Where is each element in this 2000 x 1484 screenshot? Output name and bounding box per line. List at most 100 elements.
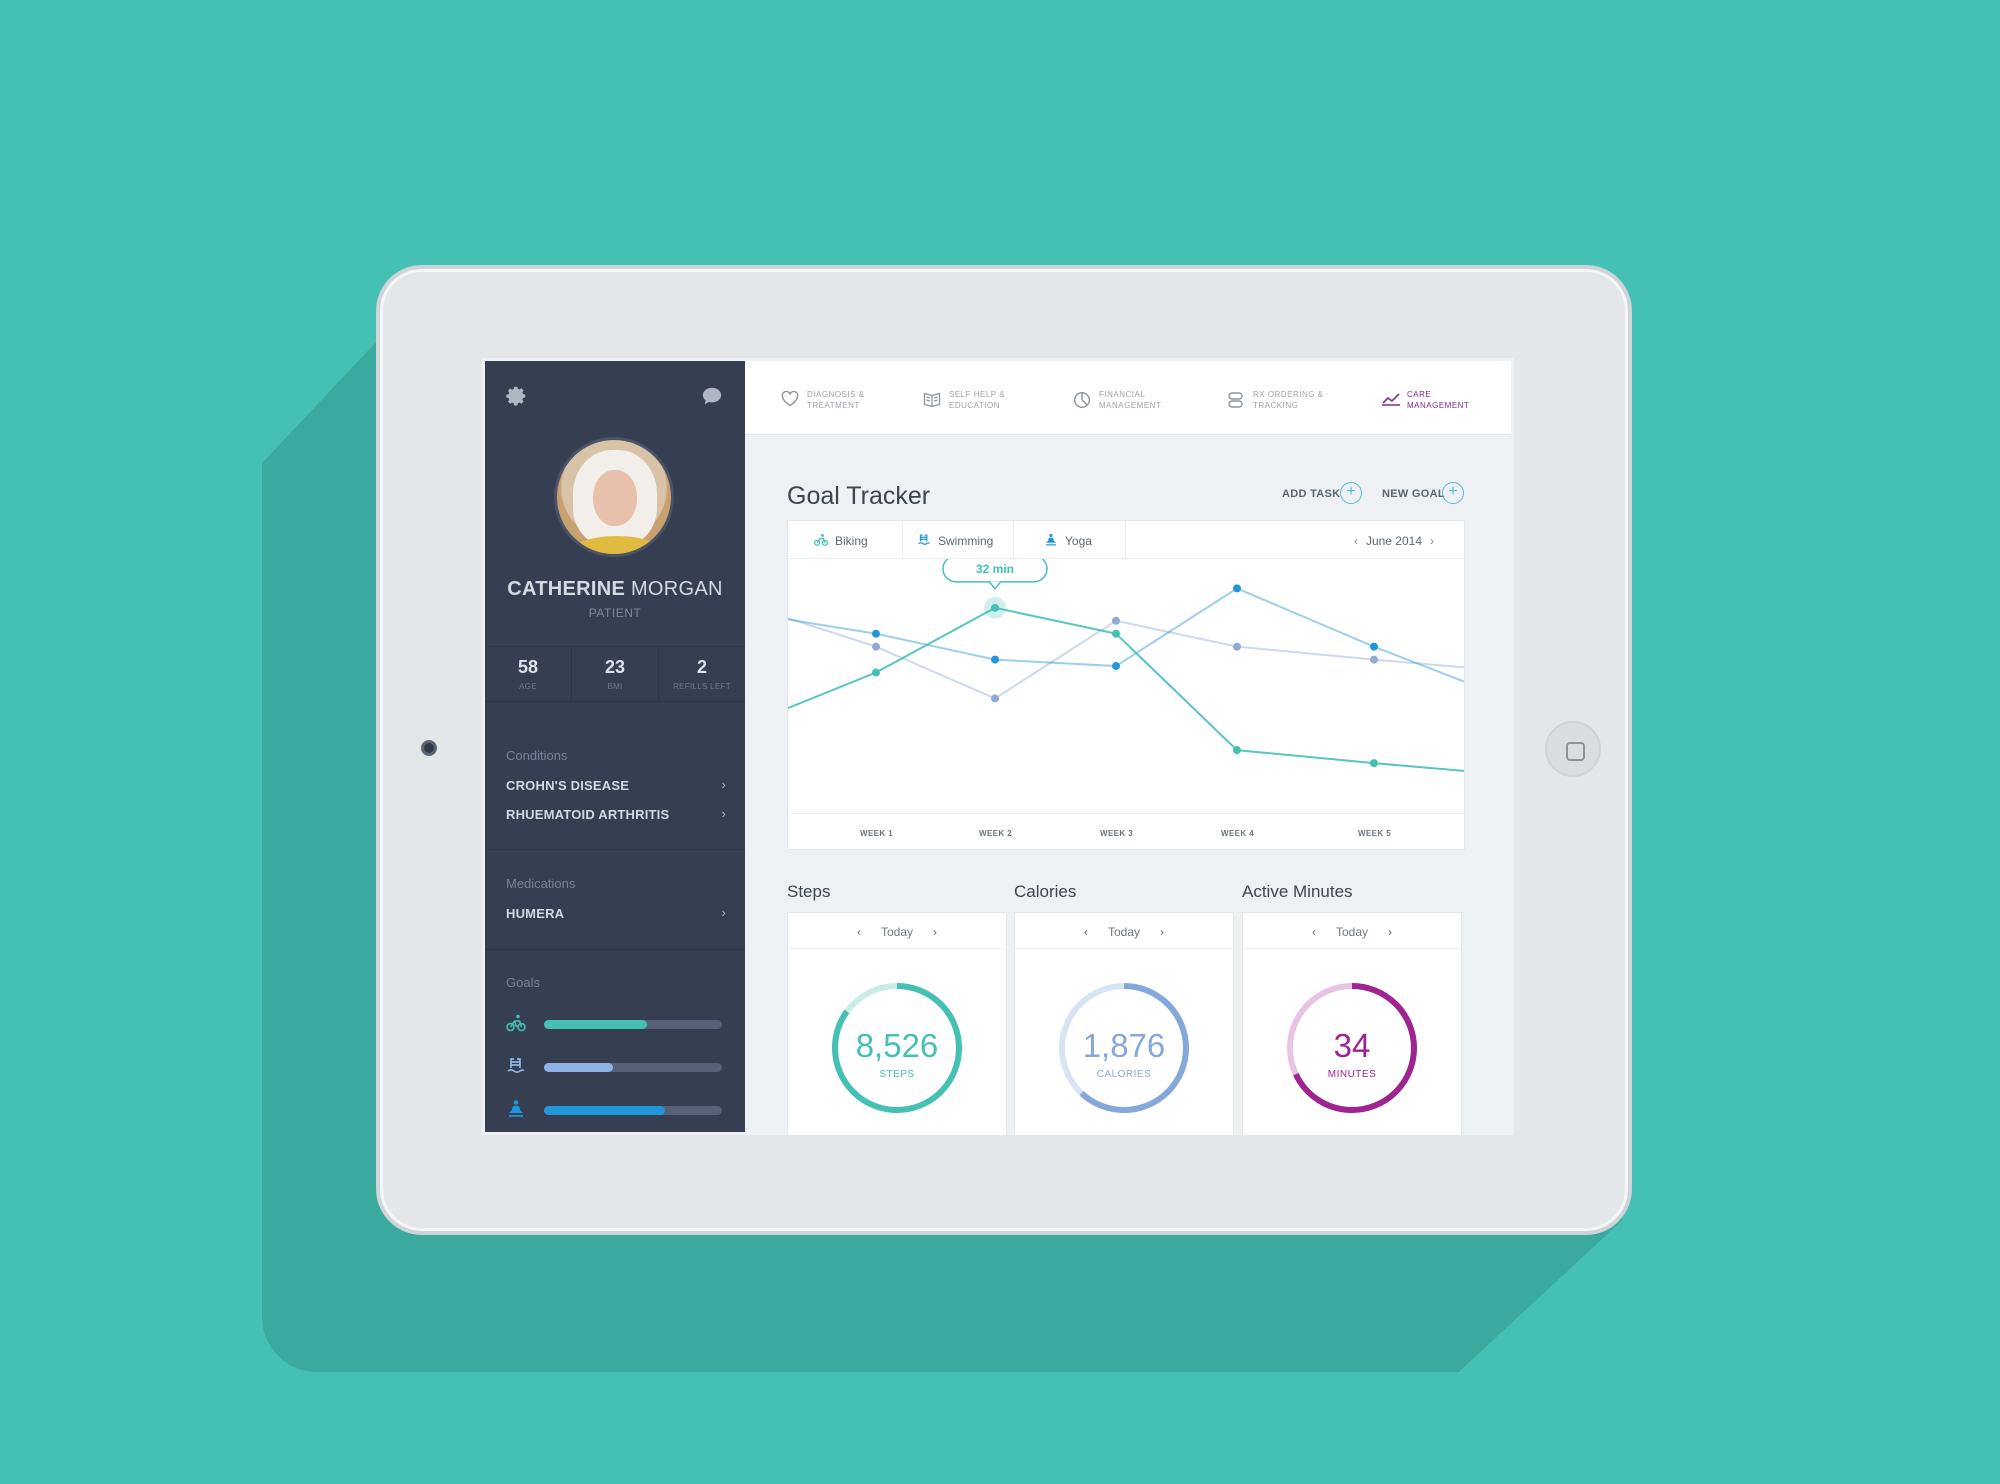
- book-icon: [923, 392, 941, 407]
- chevron-left-icon[interactable]: ‹: [1084, 925, 1088, 939]
- goal-line-chart: 32 min: [788, 559, 1464, 772]
- tooltip-text: 32 min: [976, 562, 1014, 576]
- activity-tabs: Biking Swimming Yoga ‹ June 2014 ›: [788, 521, 1464, 559]
- chevron-left-icon[interactable]: ‹: [1354, 534, 1358, 548]
- chevron-right-icon[interactable]: ›: [1430, 534, 1434, 548]
- patient-role: PATIENT: [588, 606, 642, 620]
- trend-chart-icon: [1382, 393, 1400, 406]
- new-goal-plus-icon[interactable]: +: [1442, 482, 1464, 504]
- calories-title: Calories: [1014, 882, 1077, 901]
- data-point-yoga[interactable]: [872, 629, 880, 638]
- home-button[interactable]: [1545, 721, 1601, 777]
- data-point-swimming[interactable]: [991, 694, 999, 703]
- x-tick-label: WEEK 2: [979, 829, 1013, 838]
- data-point-yoga[interactable]: [1233, 584, 1241, 593]
- series-line-swimming: [788, 617, 1464, 700]
- data-point-biking[interactable]: [872, 668, 880, 677]
- avatar: [554, 437, 674, 557]
- calories-label: CALORIES: [1096, 1069, 1152, 1080]
- tab-biking[interactable]: Biking: [788, 521, 903, 559]
- add-task-plus-icon[interactable]: +: [1340, 482, 1362, 504]
- new-goal-button[interactable]: NEW GOAL: [1382, 488, 1445, 500]
- steps-value: 8,526: [855, 1027, 939, 1064]
- top-nav: DIAGNOSIS & TREATMENT SELF HELP & EDUCATIO…: [745, 361, 1511, 435]
- goals-title: Goals: [506, 975, 540, 990]
- chevron-right-icon: ›: [721, 777, 726, 792]
- tooltip: 32 min: [942, 559, 1048, 591]
- goal-row-swimming[interactable]: [506, 1056, 726, 1076]
- tab-yoga[interactable]: Yoga: [1014, 521, 1126, 559]
- data-point-yoga[interactable]: [1112, 662, 1120, 671]
- divider: [485, 849, 745, 850]
- x-tick-label: WEEK 5: [1358, 829, 1392, 838]
- chart-baseline: [788, 813, 1464, 814]
- patient-stats: 58 AGE 23 BMI 2 REFILLS LEFT: [485, 646, 745, 702]
- medications-title: Medications: [506, 876, 576, 891]
- swim-icon: [507, 1058, 525, 1073]
- active-minutes-card: ‹ Today › 34 MINUTES: [1242, 912, 1462, 1135]
- period-selector[interactable]: ‹ Today ›: [1243, 913, 1461, 949]
- month-selector[interactable]: ‹ June 2014 ›: [1346, 534, 1442, 548]
- data-point-yoga[interactable]: [991, 655, 999, 664]
- x-tick-label: WEEK 1: [860, 829, 894, 838]
- active-minutes-title: Active Minutes: [1242, 882, 1353, 901]
- minutes-value: 34: [1333, 1027, 1371, 1064]
- x-tick-label: WEEK 3: [1100, 829, 1134, 838]
- medication-item[interactable]: HUMERA ›: [506, 905, 726, 921]
- goal-chart-card: Biking Swimming Yoga ‹ June 2014 › 32 min: [787, 520, 1465, 850]
- heart-icon: [781, 391, 799, 407]
- tablet-camera: [421, 740, 437, 756]
- yoga-icon: [509, 1100, 523, 1117]
- chevron-right-icon: ›: [721, 905, 726, 920]
- chevron-left-icon[interactable]: ‹: [857, 925, 861, 939]
- goal-progress-fill: [544, 1063, 614, 1072]
- chevron-right-icon[interactable]: ›: [933, 925, 937, 939]
- app-screen: CATHERINE MORGAN PATIENT 58 AGE 23 BMI 2…: [482, 358, 1514, 1135]
- chat-icon[interactable]: [701, 385, 723, 407]
- bike-icon: [814, 534, 828, 546]
- steps-title: Steps: [787, 882, 831, 901]
- series-line-biking: [788, 606, 1464, 772]
- data-point-biking[interactable]: [1370, 759, 1378, 768]
- calories-value: 1,876: [1082, 1027, 1166, 1064]
- minutes-label: MINUTES: [1327, 1069, 1377, 1080]
- data-point-yoga[interactable]: [1370, 642, 1378, 651]
- stat-age: 58 AGE: [485, 647, 572, 701]
- chevron-right-icon: ›: [721, 806, 726, 821]
- steps-card: ‹ Today › 8,526 STEPS: [787, 912, 1007, 1135]
- highlight-halo: [984, 596, 1006, 619]
- condition-item[interactable]: CROHN'S DISEASE ›: [506, 777, 726, 793]
- data-point-swimming[interactable]: [872, 642, 880, 651]
- add-task-button[interactable]: ADD TASK: [1282, 488, 1340, 500]
- conditions-title: Conditions: [506, 748, 568, 763]
- goal-row-biking[interactable]: [506, 1013, 726, 1033]
- data-point-biking[interactable]: [1112, 629, 1120, 638]
- steps-label: STEPS: [879, 1069, 915, 1080]
- calories-card: ‹ Today › 1,876 CALORIES: [1014, 912, 1234, 1135]
- condition-item[interactable]: RHUEMATOID ARTHRITIS ›: [506, 806, 726, 822]
- divider: [485, 949, 745, 950]
- goal-tracker-title: Goal Tracker: [787, 482, 931, 510]
- period-selector[interactable]: ‹ Today ›: [1015, 913, 1233, 949]
- chevron-right-icon[interactable]: ›: [1388, 925, 1392, 939]
- gear-icon[interactable]: [506, 385, 528, 407]
- stat-refills: 2 REFILLS LEFT: [673, 657, 731, 691]
- data-point-swimming[interactable]: [1370, 655, 1378, 664]
- chevron-left-icon[interactable]: ‹: [1312, 925, 1316, 939]
- pie-chart-icon: [1073, 391, 1091, 409]
- chevron-right-icon[interactable]: ›: [1160, 925, 1164, 939]
- bike-icon: [506, 1014, 526, 1032]
- tab-swimming[interactable]: Swimming: [903, 521, 1014, 559]
- period-selector[interactable]: ‹ Today ›: [788, 913, 1006, 949]
- data-point-swimming[interactable]: [1233, 642, 1241, 651]
- goal-row-yoga[interactable]: [506, 1099, 726, 1119]
- swim-icon: [918, 534, 930, 545]
- series-line-yoga: [788, 587, 1464, 683]
- data-point-biking[interactable]: [1233, 746, 1241, 755]
- patient-name: CATHERINE MORGAN: [507, 578, 723, 600]
- stat-bmi: 23 BMI: [572, 647, 659, 701]
- data-point-swimming[interactable]: [1112, 616, 1120, 625]
- pill-icon: [1228, 392, 1243, 408]
- x-tick-label: WEEK 4: [1221, 829, 1255, 838]
- goal-progress-fill: [544, 1020, 648, 1029]
